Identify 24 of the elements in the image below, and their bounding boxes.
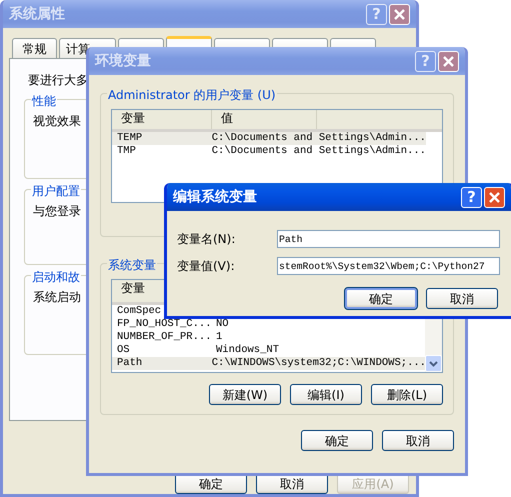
group-title: 启动和故	[31, 268, 81, 286]
field-label: 变量名(N):	[177, 231, 236, 248]
variable-value: C:\Documents and Settings\Admin...	[210, 145, 426, 158]
group-text: 与您登录	[33, 204, 81, 218]
variable-name: NUMBER_OF_PR...	[116, 331, 212, 344]
variable-name: TMP	[116, 145, 137, 158]
field-label: 变量值(V):	[177, 258, 236, 275]
window-title: 编辑系统变量	[173, 188, 258, 206]
window-title: 系统属性	[9, 4, 66, 24]
group-title: Administrator 的用户变量 (U)	[107, 86, 277, 104]
group-title: 用户配置	[31, 182, 81, 200]
variable-value: NO	[215, 318, 229, 331]
variable-name: Path	[116, 357, 144, 370]
variable-value: Windows_NT	[215, 344, 280, 357]
variable-name: TEMP	[116, 132, 144, 145]
variable-name: OS	[116, 344, 131, 357]
group-text: 系统启动	[33, 290, 81, 304]
variable-value: C:\WINDOWS\system32;C:\WINDOWS;...	[210, 357, 426, 370]
group-text: 视觉效果	[33, 114, 81, 128]
variable-name: FP_NO_HOST_C...	[116, 318, 212, 331]
intro-text: 要进行大多	[28, 72, 89, 89]
variable-value: C:\Documents and Settings\Admin...	[210, 132, 426, 145]
variable-value: 1	[215, 331, 222, 344]
variable-name: ComSpec	[116, 305, 162, 318]
